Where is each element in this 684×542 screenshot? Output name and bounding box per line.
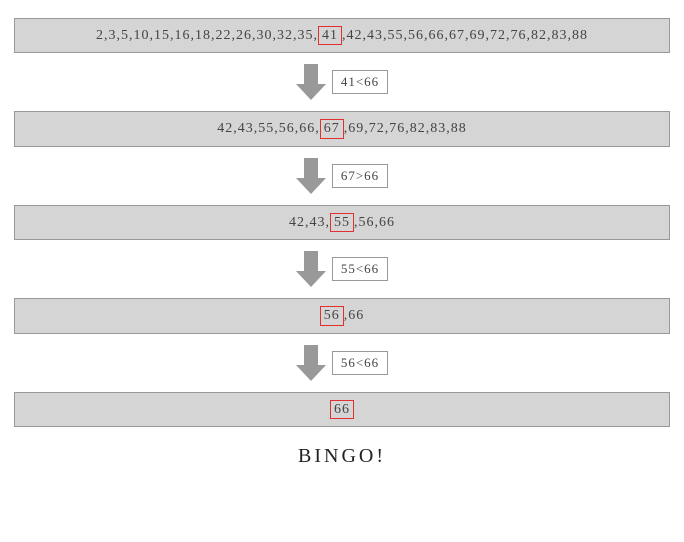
step-3-after: ,56,66 (354, 215, 395, 230)
arrow-row-1: 41<66 (14, 53, 670, 111)
step-1-before: 2,3,5,10,15,16,18,22,26,30,32,35, (96, 28, 318, 43)
step-4-array: 56,66 (14, 298, 670, 333)
step-2-after: ,69,72,76,82,83,88 (344, 121, 467, 136)
step-3-pivot: 55 (330, 213, 354, 232)
step-4-after: ,66 (344, 308, 365, 323)
step-3-before: 42,43, (289, 215, 330, 230)
arrow-row-4: 56<66 (14, 334, 670, 392)
step-3-condition: 55<66 (332, 257, 388, 281)
step-5-array: 66 (14, 392, 670, 427)
arrow-row-2: 67>66 (14, 147, 670, 205)
step-2-condition: 67>66 (332, 164, 388, 188)
step-3-array: 42,43,55,56,66 (14, 205, 670, 240)
step-4-pivot: 56 (320, 306, 344, 325)
step-5-pivot: 66 (330, 400, 354, 419)
down-arrow-icon (296, 154, 326, 198)
step-2-array: 42,43,55,56,66,67,69,72,76,82,83,88 (14, 111, 670, 146)
arrow-row-3: 55<66 (14, 240, 670, 298)
step-1-pivot: 41 (318, 26, 342, 45)
result-text: BINGO! (14, 445, 670, 468)
step-1-array: 2,3,5,10,15,16,18,22,26,30,32,35,41,42,4… (14, 18, 670, 53)
step-1-condition: 41<66 (332, 70, 388, 94)
down-arrow-icon (296, 60, 326, 104)
step-4-condition: 56<66 (332, 351, 388, 375)
step-1-after: ,42,43,55,56,66,67,69,72,76,82,83,88 (342, 28, 588, 43)
down-arrow-icon (296, 247, 326, 291)
step-2-pivot: 67 (320, 119, 344, 138)
step-2-before: 42,43,55,56,66, (217, 121, 320, 136)
down-arrow-icon (296, 341, 326, 385)
